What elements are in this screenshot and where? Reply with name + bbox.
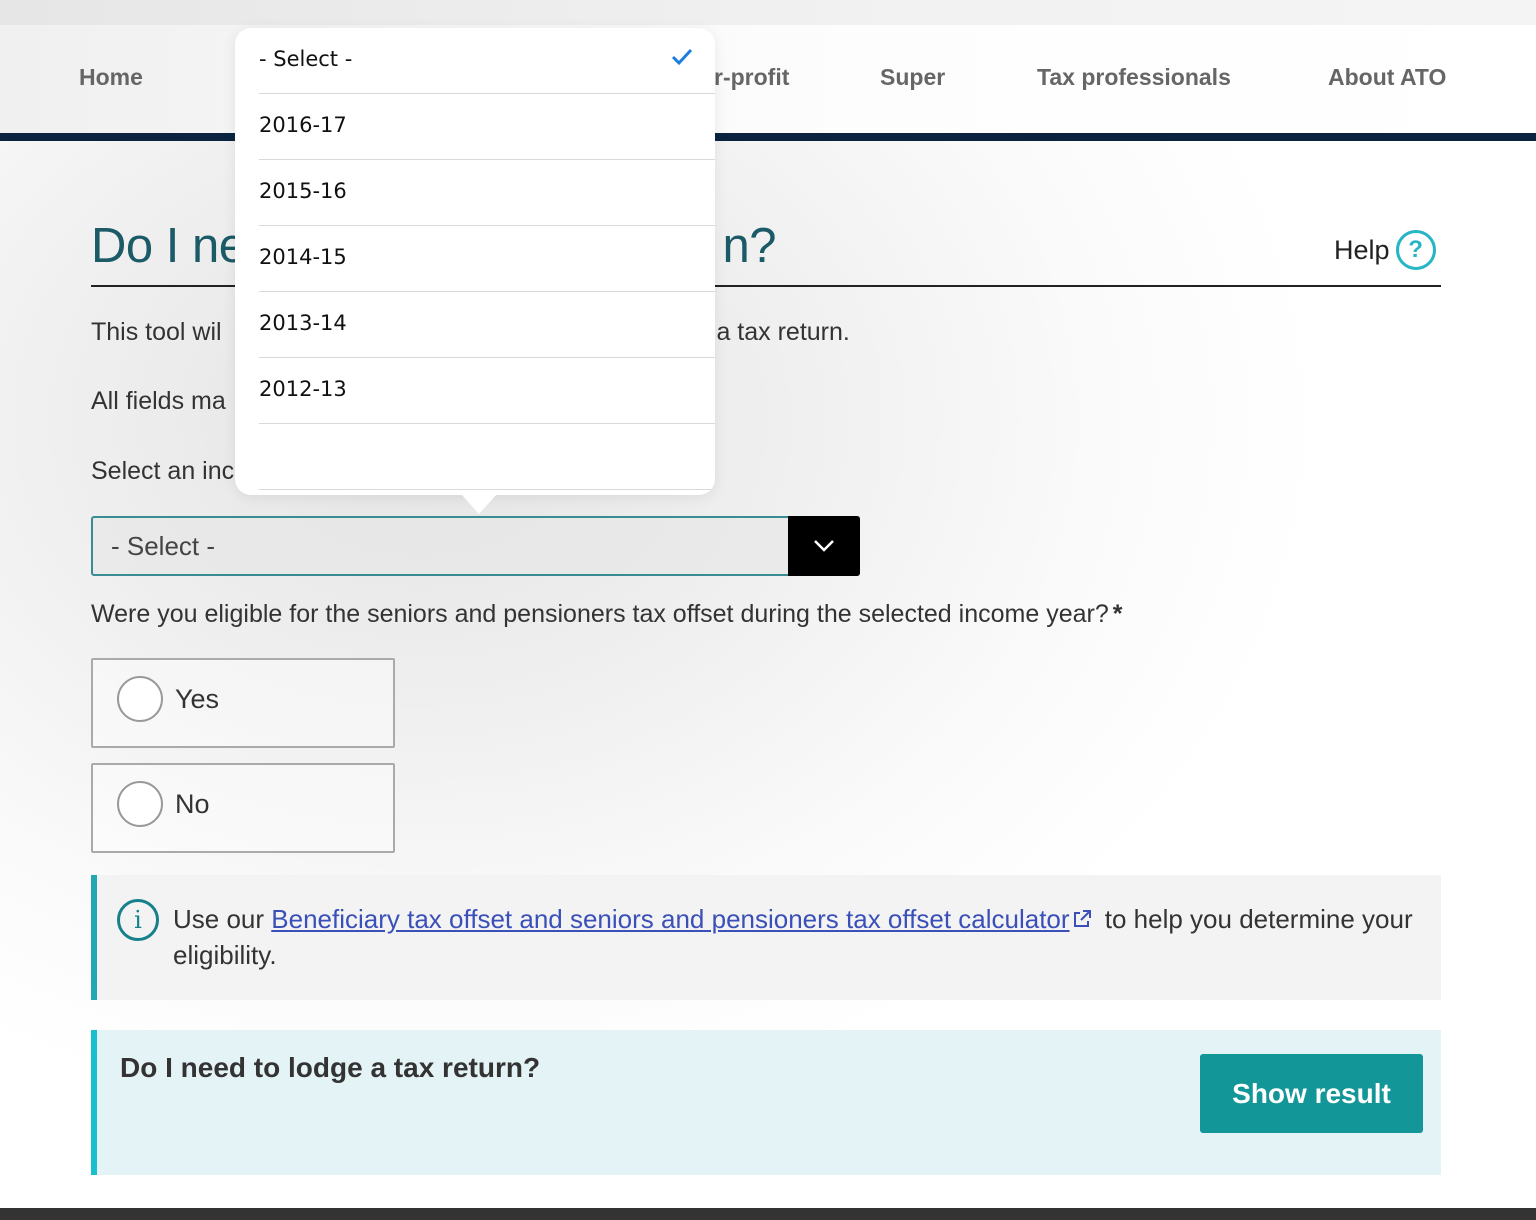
browser-top-strip	[0, 0, 1536, 25]
external-link-icon	[1073, 910, 1091, 928]
picker-option-label: 2013-14	[259, 311, 347, 335]
picker-option-label: 2015-16	[259, 179, 347, 203]
footer-bar	[0, 1208, 1536, 1220]
picker-option-label: 2012-13	[259, 377, 347, 401]
seniors-question-text: Were you eligible for the seniors and pe…	[91, 600, 1109, 628]
help-link[interactable]: Help ?	[1334, 230, 1436, 270]
nav-item-not-for-profit[interactable]: r-profit	[714, 64, 789, 91]
radio-label-yes: Yes	[175, 684, 220, 714]
income-year-select[interactable]: - Select -	[91, 516, 860, 576]
main-nav: Home r-profit Super Tax professionals Ab…	[0, 25, 1536, 133]
result-panel: Do I need to lodge a tax return? Show re…	[91, 1030, 1441, 1175]
intro-text-left: This tool wil	[91, 318, 222, 346]
radio-no[interactable]: No	[91, 763, 395, 853]
nav-item-tax-professionals[interactable]: Tax professionals	[1037, 64, 1231, 91]
picker-option-2013-14[interactable]: 2013-14	[259, 292, 715, 358]
info-callout: i Use our Beneficiary tax offset and sen…	[91, 875, 1441, 1000]
income-year-picker: - Select - 2016-17 2015-16 2014-15 2013-…	[235, 28, 715, 495]
picker-option-2014-15[interactable]: 2014-15	[259, 226, 715, 292]
info-prefix: Use our	[173, 904, 272, 934]
mandatory-note: All fields ma	[91, 387, 226, 415]
calculator-link[interactable]: Beneficiary tax offset and seniors and p…	[271, 904, 1069, 934]
picker-option-label: 2016-17	[259, 113, 347, 137]
show-result-button[interactable]: Show result	[1200, 1054, 1423, 1133]
income-year-label: Select an inc	[91, 457, 235, 485]
nav-item-home[interactable]: Home	[79, 64, 143, 91]
radio-circle-yes[interactable]	[117, 676, 163, 722]
radio-yes[interactable]: Yes	[91, 658, 395, 748]
picker-option-label: 2014-15	[259, 245, 347, 269]
help-label: Help	[1334, 234, 1390, 265]
required-marker: *	[1112, 600, 1123, 628]
picker-option-empty[interactable]	[259, 424, 715, 490]
nav-item-super[interactable]: Super	[880, 64, 945, 91]
checkmark-icon	[671, 48, 693, 66]
picker-option-select[interactable]: - Select -	[259, 28, 715, 94]
chevron-down-icon	[814, 540, 834, 552]
picker-option-label: - Select -	[259, 47, 353, 71]
page-title-right: n?	[722, 219, 776, 273]
income-year-select-value: - Select -	[111, 531, 216, 561]
select-toggle-button[interactable]	[788, 516, 860, 576]
page-title-left: Do I ne	[91, 219, 246, 273]
picker-pointer	[461, 494, 497, 514]
radio-label-no: No	[175, 789, 210, 819]
picker-option-2015-16[interactable]: 2015-16	[259, 160, 715, 226]
picker-option-2012-13[interactable]: 2012-13	[259, 358, 715, 424]
nav-underline	[0, 133, 1536, 141]
radio-circle-no[interactable]	[117, 781, 163, 827]
seniors-question: Were you eligible for the seniors and pe…	[91, 600, 1122, 629]
info-circle-icon: i	[117, 899, 159, 941]
info-text: Use our Beneficiary tax offset and senio…	[173, 901, 1433, 973]
result-heading: Do I need to lodge a tax return?	[120, 1052, 541, 1083]
intro-text-right: e a tax return.	[695, 318, 850, 346]
question-circle-icon: ?	[1395, 230, 1436, 270]
nav-item-about-ato[interactable]: About ATO	[1328, 64, 1446, 91]
picker-option-2016-17[interactable]: 2016-17	[259, 94, 715, 160]
